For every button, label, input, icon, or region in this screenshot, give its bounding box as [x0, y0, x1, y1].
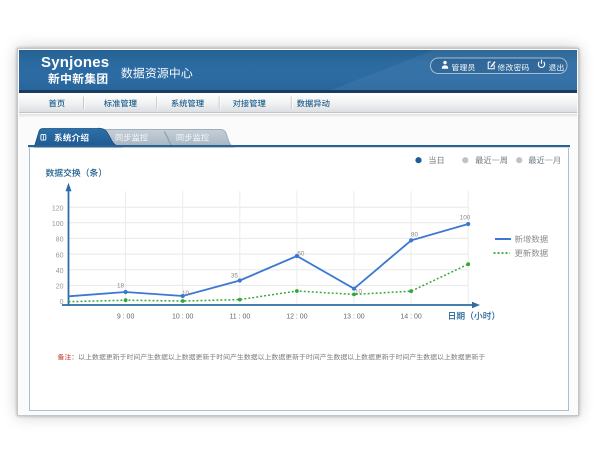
svg-text:10: 10 [355, 288, 363, 295]
svg-text:100: 100 [460, 214, 471, 221]
svg-text:9 : 00: 9 : 00 [117, 313, 135, 320]
svg-text:14 : 00: 14 : 00 [400, 313, 422, 320]
svg-text:20: 20 [56, 284, 64, 291]
svg-text:60: 60 [56, 252, 64, 259]
svg-text:10: 10 [182, 290, 190, 297]
svg-text:0: 0 [60, 299, 64, 306]
svg-text:13 : 00: 13 : 00 [343, 313, 365, 320]
svg-text:40: 40 [56, 268, 64, 275]
svg-text:80: 80 [411, 232, 419, 239]
svg-text:100: 100 [52, 221, 64, 228]
svg-text:80: 80 [56, 237, 64, 244]
svg-text:120: 120 [52, 205, 64, 212]
svg-text:10 : 00: 10 : 00 [172, 313, 194, 320]
svg-text:12 : 00: 12 : 00 [286, 313, 308, 320]
svg-text:18: 18 [117, 282, 125, 289]
svg-text:11 : 00: 11 : 00 [229, 313, 250, 320]
svg-text:60: 60 [297, 250, 305, 257]
svg-text:35: 35 [231, 273, 239, 280]
